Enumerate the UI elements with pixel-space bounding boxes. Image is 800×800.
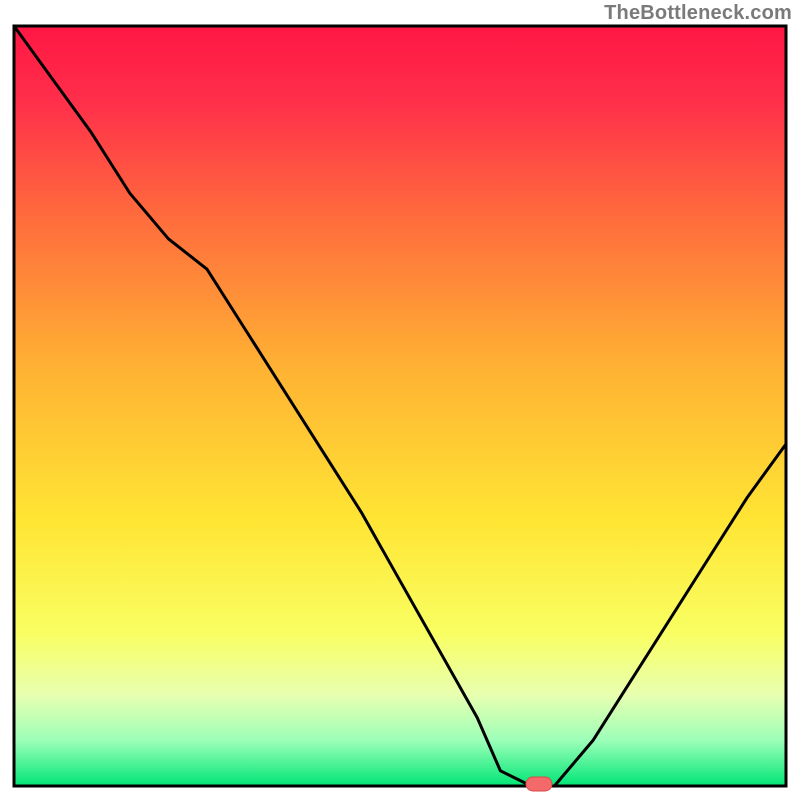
plot-area [14, 26, 786, 786]
watermark-text: TheBottleneck.com [604, 2, 792, 25]
bottleneck-chart: TheBottleneck.com [0, 0, 800, 800]
optimal-marker [526, 777, 552, 791]
chart-svg [0, 0, 800, 800]
